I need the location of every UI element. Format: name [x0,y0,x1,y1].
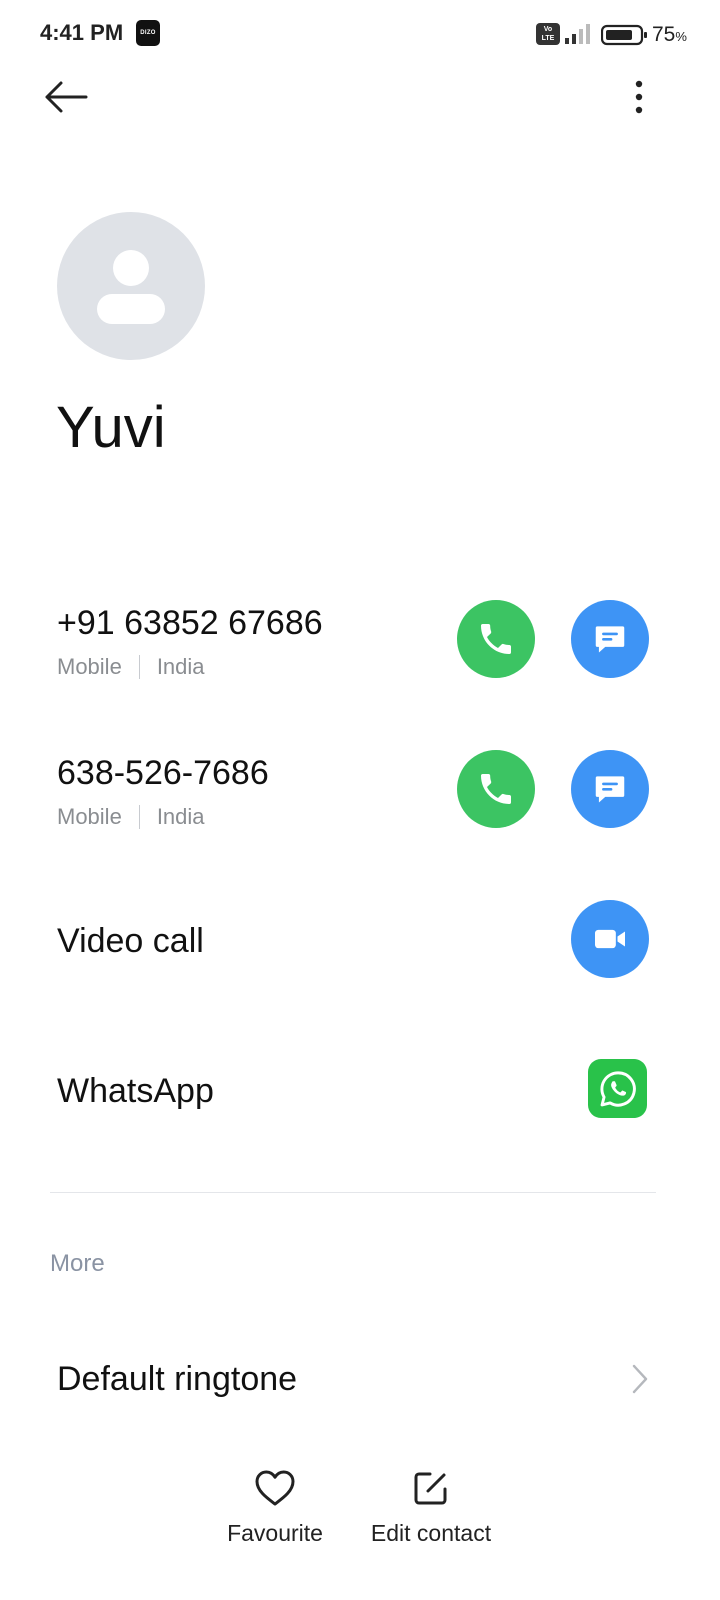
message-icon [595,626,625,653]
contact-name: Yuvi [56,395,166,460]
meta-separator [138,805,140,829]
phone-number[interactable]: 638-526-7686 [57,754,269,793]
volte-icon: Vo LTE [536,23,560,45]
more-section-header: More [50,1250,105,1277]
default-ringtone-row[interactable]: Default ringtone [0,1340,720,1420]
phone-meta: Mobile India [57,804,205,830]
volte-top-text: Vo [543,26,553,33]
signal-strength-icon [565,24,590,44]
more-vertical-icon [635,80,643,114]
video-call-button[interactable] [571,900,649,978]
whatsapp-button[interactable] [588,1059,647,1118]
phone-meta: Mobile India [57,654,205,680]
message-button[interactable] [571,600,649,678]
video-call-label[interactable]: Video call [57,922,204,961]
call-button[interactable] [457,600,535,678]
back-button[interactable] [40,74,96,120]
phone-type: Mobile [57,804,122,829]
arrow-left-icon [45,81,88,113]
phone-number[interactable]: +91 63852 67686 [57,604,323,643]
dizo-notification-icon: DIZO [136,20,160,46]
edit-contact-button[interactable]: Edit contact [362,1468,500,1547]
favourite-label: Favourite [227,1520,323,1546]
favourite-button[interactable]: Favourite [220,1468,330,1547]
heart-icon [255,1470,295,1506]
more-options-button[interactable] [620,74,660,120]
battery-icon [601,24,647,46]
chevron-right-icon [632,1364,648,1394]
message-button[interactable] [571,750,649,828]
section-divider [50,1192,656,1193]
volte-bottom-text: LTE [541,35,555,42]
phone-type: Mobile [57,654,122,679]
status-bar: 4:41 PM DIZO Vo LTE 75% [0,0,720,66]
call-button[interactable] [457,750,535,828]
battery-unit: % [675,29,687,44]
meta-separator [138,655,140,679]
phone-icon [481,624,511,654]
battery-level: 75 [652,23,676,46]
person-placeholder-body [97,294,165,324]
whatsapp-label[interactable]: WhatsApp [57,1072,214,1111]
status-time: 4:41 PM [40,20,124,45]
phone-region: India [156,654,205,679]
phone-icon [481,774,511,804]
whatsapp-icon [599,1070,636,1107]
battery-percentage: 75% [652,23,687,47]
message-icon [595,776,625,803]
person-placeholder-icon [113,250,149,286]
edit-icon [414,1472,447,1505]
phone-region: India [156,804,205,829]
video-camera-icon [595,929,625,949]
default-ringtone-label: Default ringtone [57,1360,298,1398]
contact-avatar [57,212,205,360]
edit-contact-label: Edit contact [370,1520,492,1546]
